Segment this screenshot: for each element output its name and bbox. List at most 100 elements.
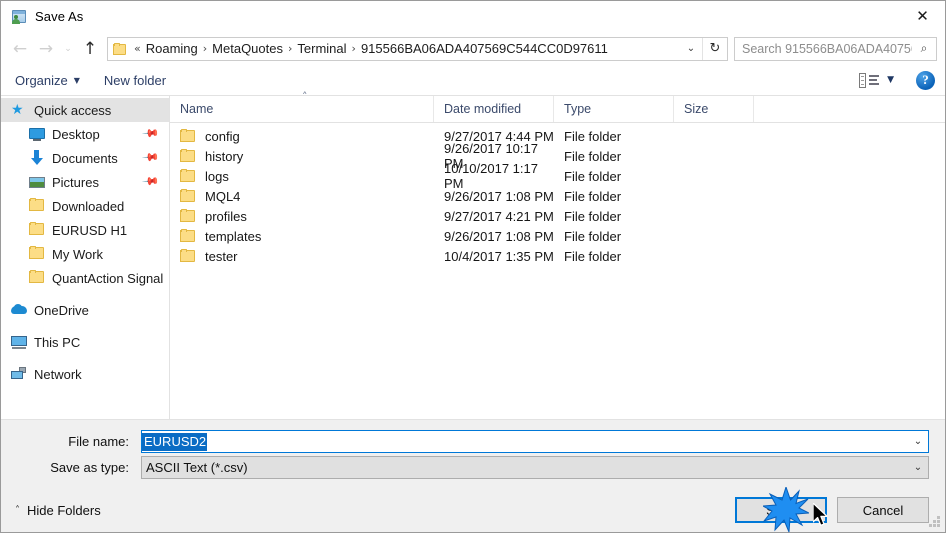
close-icon[interactable]: ✕	[900, 1, 945, 31]
table-row[interactable]: config 9/27/2017 4:44 PM File folder	[170, 126, 945, 146]
sidebar-item-this-pc[interactable]: This PC	[1, 330, 169, 354]
save-form: File name: EURUSD2 ⌄ Save as type: ASCII…	[1, 420, 945, 488]
hide-folders-button[interactable]: ˄ Hide Folders	[15, 503, 101, 518]
file-type: File folder	[564, 168, 622, 184]
save-as-icon	[11, 9, 27, 25]
sidebar-item-my-work[interactable]: My Work	[1, 242, 169, 266]
cancel-button[interactable]: Cancel	[837, 497, 929, 523]
file-type: File folder	[564, 208, 622, 224]
navigation-bar: ← → ⌄ ↑ « Roaming › MetaQuotes › Termina…	[1, 32, 945, 65]
column-header-date-modified[interactable]: Date modified	[434, 96, 554, 122]
view-layout-icon[interactable]	[859, 72, 880, 88]
resize-grip[interactable]	[928, 516, 941, 529]
sidebar-item-downloaded[interactable]: Downloaded	[1, 194, 169, 218]
dialog-buttons: Save Cancel	[735, 497, 929, 523]
sidebar-item-quick-access[interactable]: ★ Quick access	[1, 98, 169, 122]
file-name: profiles	[205, 208, 247, 224]
table-row[interactable]: MQL4 9/26/2017 1:08 PM File folder	[170, 186, 945, 206]
chevron-down-icon[interactable]: ⌄	[680, 38, 702, 60]
table-row[interactable]: profiles 9/27/2017 4:21 PM File folder	[170, 206, 945, 226]
help-icon[interactable]: ?	[916, 70, 935, 90]
breadcrumb-item-terminal[interactable]: Terminal	[293, 38, 350, 60]
sidebar-item-label: Network	[34, 366, 82, 382]
command-toolbar: Organize ▼ New folder ▼ ?	[1, 65, 945, 96]
sidebar-item-label: QuantAction Signal	[52, 270, 164, 286]
sidebar-item-label: Desktop	[52, 126, 100, 142]
recent-locations-icon[interactable]: ⌄	[59, 37, 77, 61]
sidebar-item-label: Downloaded	[52, 198, 125, 214]
table-row[interactable]: templates 9/26/2017 1:08 PM File folder	[170, 226, 945, 246]
forward-icon[interactable]: →	[33, 37, 59, 61]
sidebar-item-network[interactable]: Network	[1, 362, 169, 386]
breadcrumb-item-guid[interactable]: 915566BA06ADA407569C544CC0D97611	[357, 38, 612, 60]
sidebar-item-quantaction-signal[interactable]: QuantAction Signal	[1, 266, 169, 290]
up-icon[interactable]: ↑	[77, 37, 103, 61]
chevron-down-icon[interactable]: ▼	[887, 75, 894, 85]
file-date: 10/10/2017 1:17 PM	[444, 161, 538, 191]
file-name-cell: history	[170, 149, 434, 164]
folder-icon	[180, 129, 197, 143]
folder-icon	[29, 246, 45, 262]
table-row[interactable]: logs 10/10/2017 1:17 PM File folder	[170, 161, 945, 191]
sidebar-item-desktop[interactable]: Desktop 📌	[1, 122, 169, 146]
chevron-up-icon: ˄	[15, 504, 20, 516]
file-date: 10/4/2017 1:35 PM	[444, 248, 554, 264]
file-name-input[interactable]: EURUSD2 ⌄	[141, 430, 929, 453]
documents-icon	[29, 150, 45, 166]
search-input[interactable]: Search 915566BA06ADA40756...	[735, 42, 912, 56]
save-as-type-select[interactable]: ASCII Text (*.csv) ⌄	[141, 456, 929, 479]
file-name: tester	[205, 248, 238, 264]
file-name: history	[205, 148, 244, 164]
column-label: Size	[684, 102, 709, 116]
folder-icon	[180, 209, 197, 223]
column-header-size[interactable]: Size	[674, 96, 754, 122]
file-name-row: File name: EURUSD2 ⌄	[17, 430, 929, 453]
new-folder-label: New folder	[103, 72, 167, 88]
column-header-name[interactable]: Name ˄	[170, 90, 434, 122]
refresh-icon[interactable]: ↻	[702, 37, 727, 60]
column-header-row: Name ˄ Date modified Type Size	[170, 90, 945, 123]
column-header-type[interactable]: Type	[554, 96, 674, 122]
sidebar-item-label: Quick access	[34, 102, 112, 118]
chevron-down-icon[interactable]: ⌄	[908, 431, 928, 452]
table-row[interactable]: tester 10/4/2017 1:35 PM File folder	[170, 246, 945, 266]
breadcrumb-item-roaming[interactable]: Roaming	[142, 38, 202, 60]
save-as-type-value: ASCII Text (*.csv)	[146, 460, 248, 475]
sidebar-item-pictures[interactable]: Pictures 📌	[1, 170, 169, 194]
organize-button[interactable]: Organize ▼	[15, 73, 80, 88]
file-type: File folder	[564, 228, 622, 244]
onedrive-icon	[11, 302, 27, 318]
file-date: 9/26/2017 1:08 PM	[444, 188, 554, 204]
this-pc-icon	[11, 334, 27, 350]
breadcrumb-item-metaquotes[interactable]: MetaQuotes	[208, 38, 287, 60]
sidebar-divider	[1, 290, 169, 298]
hide-folders-label: Hide Folders	[27, 502, 101, 518]
search-box[interactable]: Search 915566BA06ADA40756... ⌕	[734, 36, 937, 61]
sidebar-item-label: My Work	[52, 246, 104, 262]
save-as-type-row: Save as type: ASCII Text (*.csv) ⌄	[17, 456, 929, 479]
dialog-body: ★ Quick access Desktop 📌 Documents 📌 Pic…	[1, 90, 945, 420]
chevron-down-icon[interactable]: ⌄	[908, 457, 928, 478]
file-name-cell: profiles	[170, 209, 434, 224]
sidebar-item-label: Documents	[52, 150, 118, 166]
save-as-dialog: Save As ✕ ← → ⌄ ↑ « Roaming › MetaQuotes…	[0, 0, 946, 533]
back-icon[interactable]: ←	[7, 37, 33, 61]
folder-icon	[180, 189, 197, 203]
file-name-label: File name:	[68, 434, 129, 449]
file-name-cell: logs	[170, 169, 434, 184]
sidebar-divider	[1, 322, 169, 330]
sidebar-item-eurusd-h1[interactable]: EURUSD H1	[1, 218, 169, 242]
folder-icon	[180, 229, 197, 243]
folder-icon	[29, 222, 45, 238]
sidebar-item-onedrive[interactable]: OneDrive	[1, 298, 169, 322]
new-folder-button[interactable]: New folder	[104, 73, 166, 88]
file-name-cell: templates	[170, 229, 434, 244]
file-date: 9/27/2017 4:21 PM	[444, 208, 554, 224]
sidebar-item-label: EURUSD H1	[52, 222, 128, 238]
table-row[interactable]: history 9/26/2017 10:17 PM File folder	[170, 141, 945, 171]
sidebar-item-documents[interactable]: Documents 📌	[1, 146, 169, 170]
address-bar[interactable]: « Roaming › MetaQuotes › Terminal › 9155…	[107, 36, 728, 61]
save-button[interactable]: Save	[735, 497, 827, 523]
search-icon: ⌕	[920, 41, 928, 55]
chevron-down-icon: ▼	[73, 75, 80, 85]
